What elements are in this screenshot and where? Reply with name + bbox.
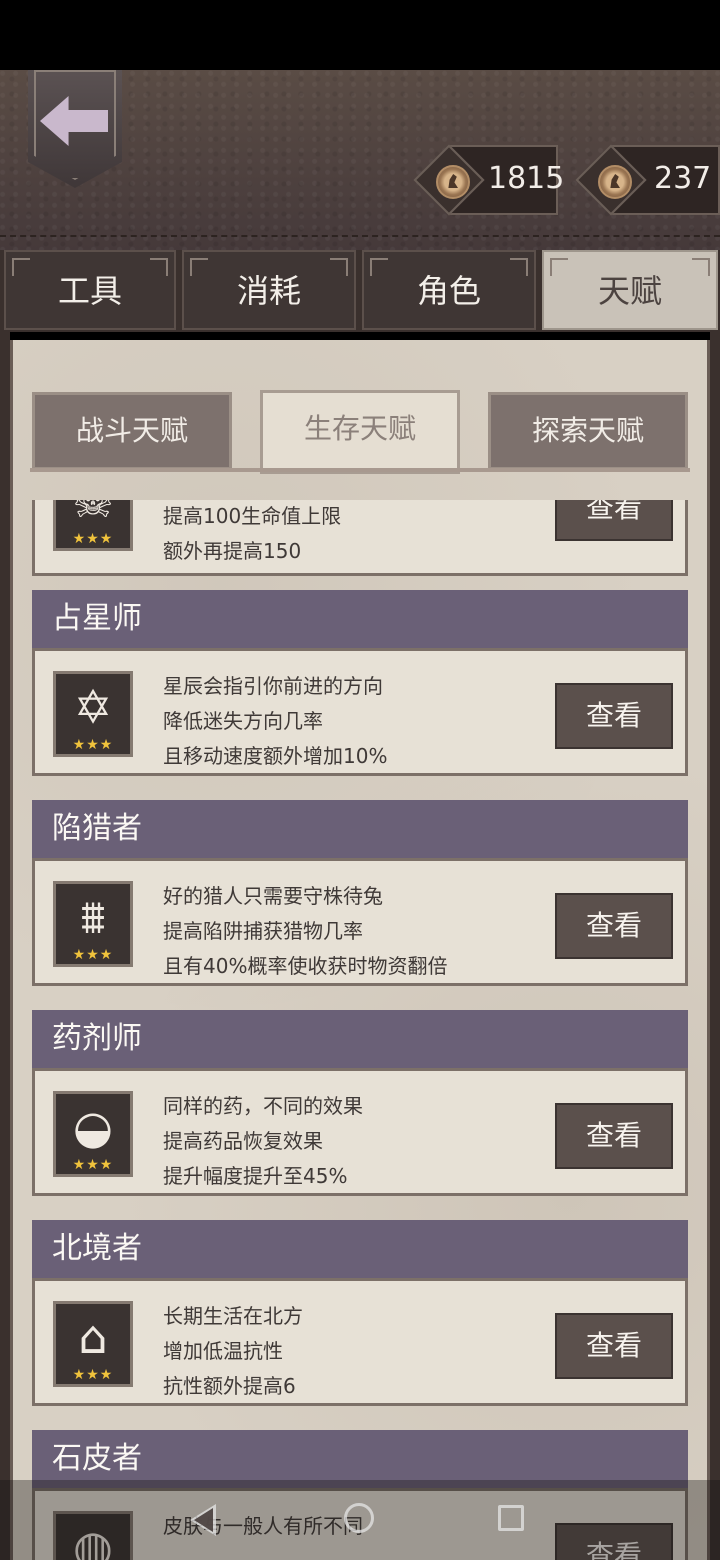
subtab-exploration-talents[interactable]: 探索天赋 bbox=[488, 392, 688, 470]
view-button[interactable]: 查看 bbox=[555, 1103, 673, 1169]
star-rating: ★★★ bbox=[72, 531, 114, 547]
coin-icon bbox=[598, 165, 632, 199]
currency-value-2: 237 bbox=[654, 161, 712, 196]
status-bar bbox=[0, 0, 720, 70]
star-rating: ★★★ bbox=[72, 1367, 114, 1383]
currency-display-2: 237 bbox=[575, 144, 720, 216]
talent-description-line: 星辰会指引你前进的方向 bbox=[163, 674, 383, 698]
nav-home-icon[interactable] bbox=[344, 1503, 374, 1533]
view-button[interactable]: 查看 bbox=[555, 893, 673, 959]
bear-trap-icon: ⩩ ★★★ bbox=[53, 881, 133, 967]
talent-description-line: 降低迷失方向几率 bbox=[163, 709, 323, 733]
mortar-pestle-icon: ◒ ★★★ bbox=[53, 1091, 133, 1177]
coin-icon bbox=[436, 165, 470, 199]
talent-description-line: 抗性额外提高6 bbox=[163, 1374, 296, 1398]
talent-description-line: 同样的药，不同的效果 bbox=[163, 1094, 363, 1118]
talent-description-line: 好的猎人只需要守株待兔 bbox=[163, 884, 383, 908]
talent-list[interactable]: ☠ ★★★ 提高100生命值上限 额外再提高150 查看 占星师 ✡ ★★★ 星… bbox=[10, 500, 710, 1560]
tab-tools[interactable]: 工具 bbox=[4, 250, 176, 330]
igloo-icon: ⌂ ★★★ bbox=[53, 1301, 133, 1387]
view-button[interactable]: 查看 bbox=[555, 683, 673, 749]
header-stitch-divider bbox=[0, 235, 720, 239]
star-rating: ★★★ bbox=[72, 947, 114, 963]
view-button[interactable]: 查看 bbox=[555, 500, 673, 541]
talent-description-line: 增加低温抗性 bbox=[163, 1339, 283, 1363]
talent-description-line: 提高陷阱捕获猎物几率 bbox=[163, 919, 363, 943]
talent-description-line: 且移动速度额外增加10% bbox=[163, 744, 388, 768]
hexagram-icon: ✡ ★★★ bbox=[53, 671, 133, 757]
star-rating: ★★★ bbox=[72, 1157, 114, 1173]
talent-name: 占星师 bbox=[32, 590, 688, 648]
tab-characters[interactable]: 角色 bbox=[362, 250, 536, 330]
tab-label: 天赋 bbox=[597, 272, 662, 310]
nav-recents-icon[interactable] bbox=[498, 1505, 524, 1531]
subtab-divider bbox=[30, 468, 690, 472]
tab-consumables[interactable]: 消耗 bbox=[182, 250, 356, 330]
main-tab-bar: 工具 消耗 角色 天赋 bbox=[0, 250, 720, 332]
talent-name: 北境者 bbox=[32, 1220, 688, 1278]
talent-description-line: 提升幅度提升至45% bbox=[163, 1164, 348, 1188]
star-rating: ★★★ bbox=[72, 737, 114, 753]
talent-name: 陷猎者 bbox=[32, 800, 688, 858]
talent-name: 药剂师 bbox=[32, 1010, 688, 1068]
bull-skull-icon: ☠ ★★★ bbox=[53, 500, 133, 551]
subtab-survival-talents[interactable]: 生存天赋 bbox=[260, 390, 460, 474]
talent-description-line: 提高100生命值上限 bbox=[163, 504, 342, 528]
currency-display-1: 1815 bbox=[413, 144, 564, 216]
talent-description-line: 长期生活在北方 bbox=[163, 1304, 303, 1328]
nav-back-icon[interactable] bbox=[190, 1504, 216, 1536]
talent-description-line: 提高药品恢复效果 bbox=[163, 1129, 323, 1153]
subtab-combat-talents[interactable]: 战斗天赋 bbox=[32, 392, 232, 470]
tab-label: 角色 bbox=[416, 272, 481, 310]
tab-label: 消耗 bbox=[236, 272, 301, 310]
view-button[interactable]: 查看 bbox=[555, 1313, 673, 1379]
currency-value-1: 1815 bbox=[488, 161, 565, 196]
talent-description-line: 额外再提高150 bbox=[163, 539, 302, 563]
tab-talents[interactable]: 天赋 bbox=[542, 250, 718, 330]
talent-description-line: 且有40%概率使收获时物资翻倍 bbox=[163, 954, 448, 978]
tab-label: 工具 bbox=[57, 272, 122, 310]
